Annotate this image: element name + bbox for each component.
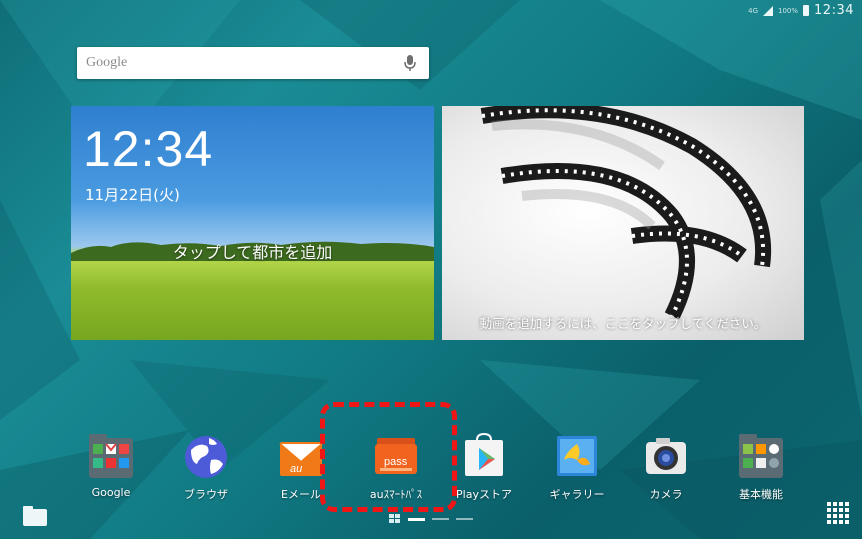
add-city-text[interactable]: タップして都市を追加 xyxy=(71,239,434,263)
signal-icon xyxy=(763,5,774,16)
widget-date: 11月22日(火) xyxy=(85,186,180,204)
au-email-icon: au xyxy=(276,432,326,480)
highlight-box xyxy=(320,402,457,512)
app-label: Google xyxy=(91,486,131,499)
status-bar: 4G 100% 12:34 xyxy=(0,0,862,22)
app-google[interactable]: Google xyxy=(72,432,150,499)
mic-icon[interactable] xyxy=(403,54,417,72)
page-indicator xyxy=(389,514,473,524)
widget-clock: 12:34 xyxy=(83,121,214,177)
page-dot-2[interactable] xyxy=(432,518,449,520)
search-placeholder: Google xyxy=(86,55,128,70)
home-page-icon[interactable] xyxy=(389,514,401,524)
play-store-icon xyxy=(459,432,509,480)
status-time: 12:34 xyxy=(814,3,854,18)
google-search-bar[interactable]: Google xyxy=(77,47,429,79)
app-label: ブラウザ xyxy=(184,488,228,501)
app-label: カメラ xyxy=(649,488,683,501)
page-dot-1[interactable] xyxy=(408,517,425,521)
browser-globe-icon xyxy=(181,432,231,480)
app-label: ギャラリー xyxy=(549,488,605,501)
camera-icon xyxy=(641,432,691,480)
app-browser[interactable]: ブラウザ xyxy=(167,432,245,502)
gallery-icon xyxy=(552,432,602,480)
clock-weather-widget[interactable]: 12:34 11月22日(火) タップして都市を追加 xyxy=(71,106,434,340)
svg-text:au: au xyxy=(290,463,302,475)
video-widget[interactable]: 動画を追加するには、ここをタップしてください。 xyxy=(442,106,804,340)
folder-icon[interactable] xyxy=(22,503,48,527)
apps-grid-icon[interactable] xyxy=(826,501,850,525)
app-camera[interactable]: カメラ xyxy=(627,432,705,502)
basic-functions-folder-icon xyxy=(736,432,786,480)
app-gallery[interactable]: ギャラリー xyxy=(538,432,616,502)
app-basic-functions[interactable]: 基本機能 xyxy=(722,432,800,502)
battery-percent: 100% xyxy=(778,6,799,15)
film-strip-image xyxy=(480,106,772,320)
app-label: 基本機能 xyxy=(739,488,783,501)
page-dot-3[interactable] xyxy=(456,518,473,520)
battery-icon xyxy=(803,5,810,16)
network-type: 4G xyxy=(748,6,759,15)
add-video-message: 動画を追加するには、ここをタップしてください。 xyxy=(479,316,767,331)
google-folder-icon xyxy=(86,432,136,480)
